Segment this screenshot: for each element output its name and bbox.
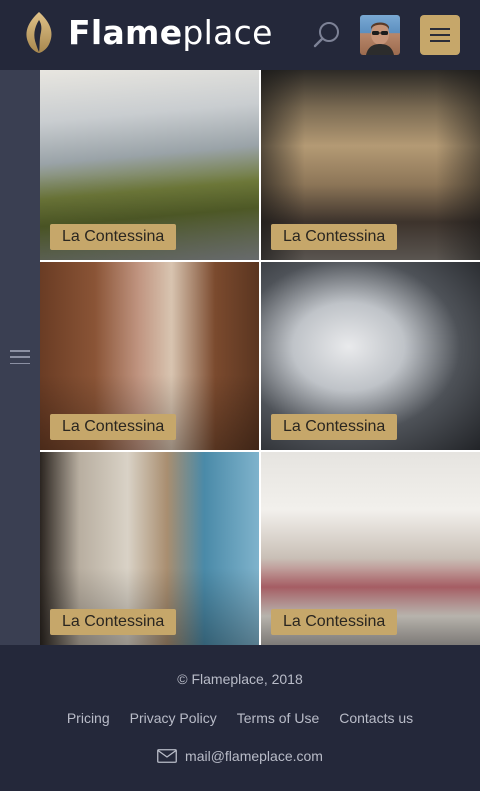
venue-tag[interactable]: La Contessina bbox=[271, 224, 398, 250]
logo[interactable]: Flameplace bbox=[22, 10, 273, 54]
email-address: mail@flameplace.com bbox=[185, 748, 323, 764]
venue-grid: La Contessina La Contessina La Contessin… bbox=[40, 70, 480, 645]
menu-bar bbox=[430, 34, 450, 36]
venue-tile[interactable]: La Contessina bbox=[40, 452, 259, 645]
venue-tag[interactable]: La Contessina bbox=[50, 609, 177, 635]
venue-tile[interactable]: La Contessina bbox=[261, 452, 480, 645]
venue-tile[interactable]: La Contessina bbox=[261, 262, 480, 450]
sidebar-toggle-button[interactable] bbox=[10, 350, 30, 364]
footer-link-pricing[interactable]: Pricing bbox=[67, 710, 110, 726]
venue-tag[interactable]: La Contessina bbox=[271, 609, 398, 635]
logo-text: Flameplace bbox=[68, 13, 273, 52]
user-avatar[interactable] bbox=[360, 15, 400, 55]
hamburger-icon-bar bbox=[10, 356, 30, 358]
search-button[interactable] bbox=[312, 20, 342, 50]
avatar-portrait-icon bbox=[366, 22, 394, 55]
hamburger-icon-bar bbox=[10, 362, 30, 364]
top-header: Flameplace bbox=[0, 0, 480, 70]
footer-link-privacy-policy[interactable]: Privacy Policy bbox=[130, 710, 217, 726]
search-icon bbox=[313, 22, 339, 48]
footer: © Flameplace, 2018 Pricing Privacy Polic… bbox=[0, 645, 480, 791]
venue-tile[interactable]: La Contessina bbox=[40, 262, 259, 450]
logo-text-bold: Flame bbox=[68, 12, 183, 52]
flame-logo-icon bbox=[26, 12, 52, 53]
email-link[interactable]: mail@flameplace.com bbox=[0, 748, 480, 764]
venue-tile[interactable]: La Contessina bbox=[40, 70, 259, 260]
hamburger-icon bbox=[10, 350, 30, 352]
menu-bar bbox=[430, 40, 450, 42]
footer-link-contacts[interactable]: Contacts us bbox=[339, 710, 413, 726]
menu-bar bbox=[430, 28, 450, 30]
venue-tag[interactable]: La Contessina bbox=[50, 224, 177, 250]
mail-icon bbox=[157, 749, 177, 763]
venue-tile[interactable]: La Contessina bbox=[261, 70, 480, 260]
venue-tag[interactable]: La Contessina bbox=[271, 414, 398, 440]
logo-text-light: place bbox=[182, 12, 273, 52]
footer-links: Pricing Privacy Policy Terms of Use Cont… bbox=[0, 710, 480, 726]
footer-link-terms-of-use[interactable]: Terms of Use bbox=[237, 710, 319, 726]
menu-button[interactable] bbox=[420, 15, 460, 55]
side-rail bbox=[0, 70, 40, 645]
venue-tag[interactable]: La Contessina bbox=[50, 414, 177, 440]
copyright-text: © Flameplace, 2018 bbox=[177, 671, 303, 687]
